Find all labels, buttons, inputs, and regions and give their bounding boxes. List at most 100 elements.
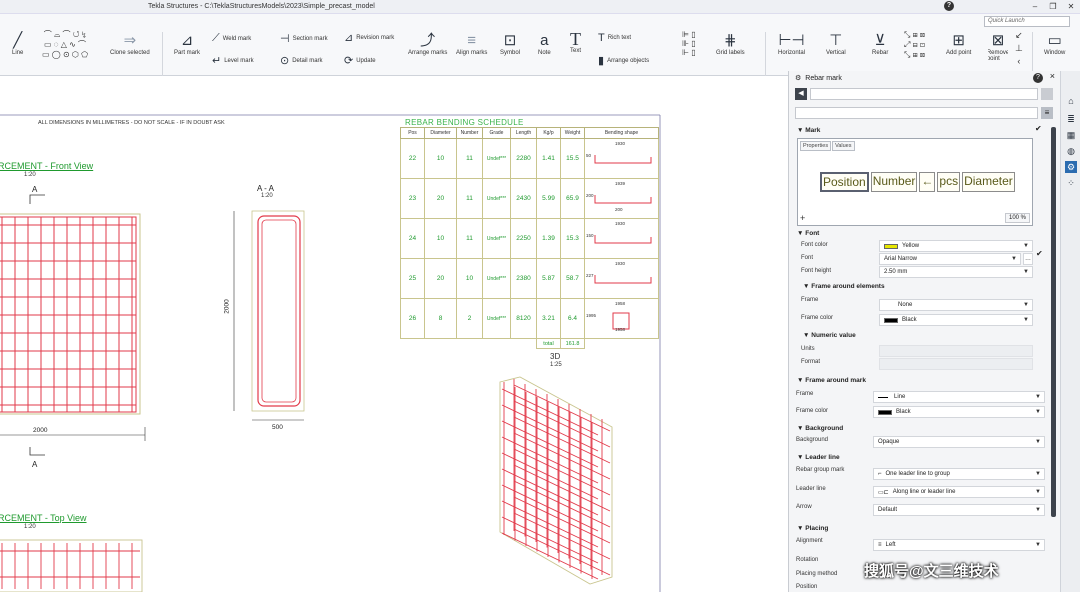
calculator-icon[interactable]: ▦ — [1065, 129, 1077, 141]
frame-mark-section-header[interactable]: ▼ Frame around mark — [797, 377, 866, 384]
arrange-marks-button[interactable]: ⤴ Arrange marks — [408, 32, 447, 56]
remove-point-button[interactable]: ⊠ Remove point — [988, 32, 1008, 62]
table-cell-dia: 20 — [424, 178, 457, 219]
revision-mark-button[interactable]: ⊿ Revision mark — [344, 31, 406, 44]
table-cell-kg: 3.21 — [536, 298, 561, 339]
level-mark-button[interactable]: ↵ Level mark — [212, 54, 254, 67]
leader-section-header[interactable]: ▼ Leader line — [797, 454, 840, 461]
frame-elements-section-header[interactable]: ▼ Frame around elements — [803, 283, 885, 290]
weld-mark-button[interactable]: ⟋ Weld mark — [212, 32, 251, 45]
table-cell-kg: 1.41 — [536, 138, 561, 179]
shape-dim-side: 227 — [586, 273, 594, 278]
rebar-group-select[interactable]: ⌐ One leader line to group ▼ — [873, 468, 1045, 480]
background-section-header[interactable]: ▼ Background — [797, 425, 843, 432]
mark-element-pcs[interactable]: pcs — [937, 172, 961, 192]
font-color-select[interactable]: Yellow ▼ — [879, 240, 1033, 252]
layers-icon[interactable]: ≣ — [1065, 113, 1077, 125]
part-mark-button[interactable]: ⊿ Part mark — [174, 32, 200, 56]
globe-icon[interactable]: ◍ — [1065, 145, 1077, 157]
mark-content-editor[interactable]: Properties Values Position Number ← pcs … — [797, 138, 1033, 226]
ribbon-extra-tools[interactable]: ↙ ⊥ ‹ — [1015, 30, 1023, 66]
table-row: 26 8 2 Undef*** 8120 3.21 6.4 1958 1958 1995 — [400, 298, 659, 339]
add-element-icon[interactable]: + — [800, 213, 805, 223]
close-icon[interactable]: ✕ — [1062, 0, 1080, 13]
building-icon[interactable]: ⌂ — [1065, 95, 1077, 107]
restore-icon[interactable]: ❐ — [1044, 0, 1062, 13]
clone-selected-button[interactable]: ⇒ Clone selected — [110, 32, 150, 56]
line-button[interactable]: ╱ Line — [12, 32, 23, 56]
mark-tabs: Properties Values — [800, 141, 855, 151]
note-button[interactable]: a Note — [538, 32, 551, 56]
background-select[interactable]: Opaque ▼ — [873, 436, 1045, 448]
col-number: Number — [456, 127, 483, 139]
drawing-canvas[interactable]: ALL DIMENSIONS IN MILLIMETRES - DO NOT S… — [0, 77, 788, 592]
panel-help-icon[interactable]: ? — [1033, 73, 1043, 83]
font-select[interactable]: Arial Narrow ▼ — [879, 253, 1021, 265]
shape-dim-bottom: 200 — [615, 207, 623, 212]
panel-scrollbar[interactable] — [1051, 127, 1056, 517]
grid-labels-button[interactable]: ⋕ Grid labels — [716, 32, 745, 56]
shape-dim-bottom: 1958 — [615, 327, 626, 332]
units-select[interactable] — [879, 345, 1033, 357]
shape-tools[interactable]: ⌒ ⌓ ⌒ ↺ ↯ ▭ ◌ △ ∿ ⌒ ▭ ◯ ⊙ ⬡ ⬠ — [42, 30, 88, 60]
help-icon[interactable]: ? — [944, 1, 954, 11]
text-button[interactable]: T Text — [570, 30, 581, 54]
components-icon[interactable]: ⁘ — [1065, 177, 1077, 189]
align-tools[interactable]: ⊫ ▯ ⊪ ▯ ⊩ ▯ — [682, 30, 696, 57]
add-point-button[interactable]: ⊞ Add point — [946, 32, 971, 56]
horizontal-dimension-button[interactable]: ⊢⊣ Horizontal — [778, 32, 805, 56]
format-select[interactable] — [879, 358, 1033, 370]
mark-section-header[interactable]: ▼ Mark — [797, 127, 820, 134]
align-marks-button[interactable]: ≡ Align marks — [456, 32, 487, 56]
mark-element-position[interactable]: Position — [820, 172, 869, 192]
leader-select[interactable]: ▭⊏ Along line or leader line ▼ — [873, 486, 1045, 498]
alignment-select[interactable]: ≡ Left ▼ — [873, 539, 1045, 551]
mark-element-diameter[interactable]: Diameter — [962, 172, 1015, 192]
apply-check-icon[interactable]: ✔ — [1035, 124, 1042, 133]
tab-values[interactable]: Values — [832, 141, 855, 151]
save-preset-icon[interactable] — [1041, 88, 1053, 100]
chevron-down-icon: ▼ — [1023, 243, 1029, 249]
table-row: 24 10 11 Undef*** 2250 1.39 15.3 1930 150 — [400, 218, 659, 259]
vertical-dimension-button[interactable]: ⊤ Vertical — [826, 32, 846, 56]
frame2-color-select[interactable]: Black ▼ — [873, 406, 1045, 418]
col-weight: Weight — [560, 127, 585, 139]
arrow-label: Arrow — [796, 504, 812, 510]
section-mark-button[interactable]: ⊣ Section mark — [280, 32, 328, 45]
arrow-select[interactable]: Default ▼ — [873, 504, 1045, 516]
tab-properties[interactable]: Properties — [800, 141, 832, 151]
mark-element-arrow[interactable]: ← — [919, 172, 936, 192]
back-icon[interactable]: ◀ — [795, 88, 807, 100]
align-top-icon: ⊫ ▯ — [682, 30, 696, 39]
font-section-header[interactable]: ▼ Font — [797, 230, 819, 237]
mark-element-number[interactable]: Number — [870, 172, 918, 192]
placing-section-header[interactable]: ▼ Placing — [797, 525, 828, 532]
numeric-section-header[interactable]: ▼ Numeric value — [803, 332, 856, 339]
update-button[interactable]: ⟳ Update — [344, 54, 376, 67]
search-input[interactable] — [795, 107, 1038, 119]
frame2-select[interactable]: Line ▼ — [873, 391, 1045, 403]
rebar-button[interactable]: ⊻ Rebar — [872, 32, 888, 56]
font-more-button[interactable]: … — [1023, 253, 1033, 265]
arrange-objects-button[interactable]: ▮ Arrange objects — [598, 54, 649, 67]
bending-shape-icon — [594, 235, 652, 244]
align-middle-icon: ⊪ ▯ — [682, 39, 696, 48]
quick-launch-input[interactable]: Quick Launch — [984, 16, 1070, 27]
preset-select[interactable] — [810, 88, 1038, 100]
gear-icon[interactable]: ⚙ — [1065, 161, 1077, 173]
menu-icon[interactable]: ≡ — [1041, 107, 1053, 119]
dimension-tools[interactable]: ⤡ ⊞ ⊠ ⤢ ⊟ ⊡ ⤡ ⊞ ⊠ — [904, 30, 925, 60]
font-height-select[interactable]: 2.50 mm ▼ — [879, 266, 1033, 278]
window-button[interactable]: ▭ Window — [1044, 32, 1065, 56]
minimize-icon[interactable]: – — [1026, 0, 1044, 13]
side-toolbar: ⌂ ≣ ▦ ◍ ⚙ ⁘ — [1060, 71, 1080, 592]
symbol-button[interactable]: ⊡ Symbol — [500, 32, 520, 56]
rich-text-button[interactable]: T Rich text — [598, 32, 631, 44]
detail-mark-button[interactable]: ⊙ Detail mark — [280, 54, 323, 67]
panel-close-icon[interactable]: × — [1050, 71, 1055, 81]
font-check-icon[interactable]: ✔ — [1036, 249, 1043, 258]
frame-select[interactable]: None ▼ — [879, 299, 1033, 311]
mark-elements: Position Number ← pcs Diameter — [820, 172, 1015, 192]
frame-color-select[interactable]: Black ▼ — [879, 314, 1033, 326]
editor-zoom[interactable]: 100 % — [1004, 213, 1030, 223]
